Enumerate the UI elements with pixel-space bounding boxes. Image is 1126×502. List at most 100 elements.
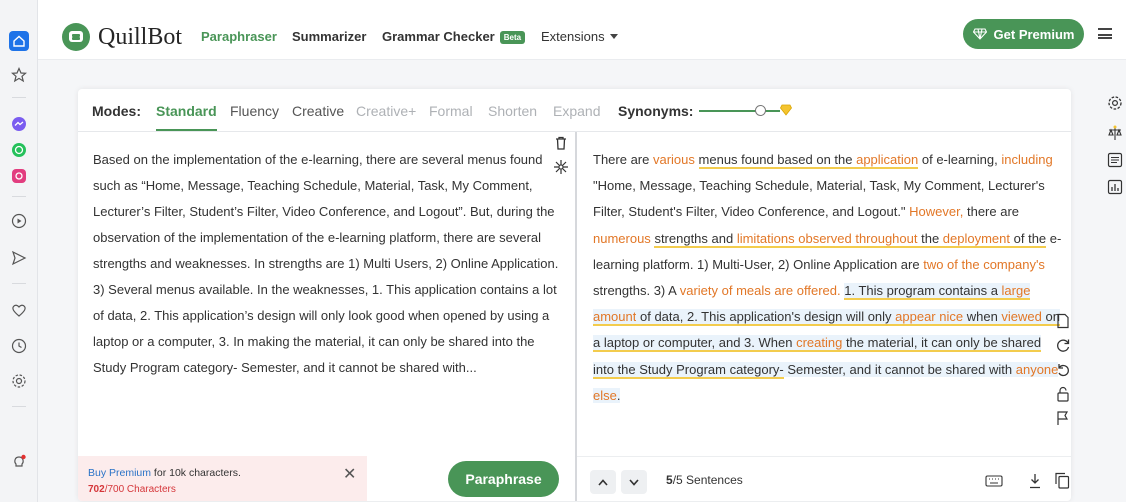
text-lines-icon[interactable] [1107, 152, 1123, 168]
refresh-icon[interactable] [1055, 338, 1071, 354]
buy-premium-text: Buy Premium for 10k characters. [88, 467, 241, 479]
character-limit: /700 Characters [104, 484, 176, 495]
whatsapp-icon[interactable] [9, 140, 29, 160]
mode-fluency[interactable]: Fluency [230, 103, 279, 119]
changed-word[interactable]: viewed [1001, 309, 1042, 327]
nav-paraphraser[interactable]: Paraphraser [201, 29, 277, 44]
menu-icon[interactable] [1098, 28, 1112, 39]
output-segment: strengths and [654, 230, 737, 248]
nav-grammar-checker[interactable]: Grammar Checker Beta [382, 29, 526, 44]
mode-creative-plus[interactable]: Creative+ [356, 103, 416, 119]
instagram-icon[interactable] [9, 166, 29, 186]
character-count-value: 702 [88, 484, 105, 495]
quillbot-page: QuillBot Paraphraser Summarizer Grammar … [0, 0, 1126, 502]
diamond-icon [972, 28, 987, 40]
quillbot-logo-icon [62, 23, 90, 51]
document-icon[interactable] [1055, 313, 1071, 329]
home-icon[interactable] [9, 31, 29, 51]
beta-badge: Beta [499, 31, 526, 44]
chevron-down-icon [629, 478, 639, 486]
trash-icon[interactable] [553, 135, 569, 151]
send-icon[interactable] [9, 248, 29, 268]
output-footer: 5/5 Sentences [577, 456, 1071, 501]
paraphrase-button[interactable]: Paraphrase [448, 461, 559, 497]
output-segment: of the [1010, 230, 1047, 248]
output-segment [695, 152, 699, 167]
changed-word[interactable]: appear nice [895, 309, 964, 327]
modes-label: Modes: [92, 103, 141, 119]
get-premium-label: Get Premium [993, 26, 1075, 42]
modes-bar: Modes: Standard Fluency Creative Creativ… [78, 89, 1071, 132]
nav-grammar-checker-label: Grammar Checker [382, 29, 495, 44]
changed-word[interactable]: two of the company's [923, 257, 1045, 272]
play-circle-icon[interactable] [9, 211, 29, 231]
output-segment: menus found based on the [698, 152, 857, 169]
lightbulb-icon[interactable] [9, 452, 29, 472]
previous-sentence-button[interactable] [590, 470, 616, 494]
mode-creative[interactable]: Creative [292, 103, 344, 119]
chevron-down-icon [609, 34, 618, 39]
app-header: QuillBot Paraphraser Summarizer Grammar … [38, 0, 1126, 60]
changed-word[interactable]: limitations observed throughout [736, 230, 918, 248]
output-segment: the [917, 230, 943, 248]
sentence-total: /5 Sentences [672, 473, 743, 487]
output-segment: there are [963, 204, 1020, 220]
buy-premium-rest: for 10k characters. [151, 467, 241, 479]
logo-text: QuillBot [98, 23, 183, 50]
output-segment: 1. This program contains a [844, 283, 1002, 301]
copy-icon[interactable] [1054, 472, 1070, 489]
output-segment: of data, 2. This application's design wi… [636, 309, 896, 327]
mode-shorten[interactable]: Shorten [488, 103, 537, 119]
buy-premium-link[interactable]: Buy Premium [88, 467, 151, 479]
changed-word[interactable]: various [653, 152, 695, 167]
panel-divider[interactable] [575, 132, 577, 501]
character-count: 702/700 Characters [88, 484, 176, 495]
compare-modes-icon[interactable] [1107, 125, 1123, 141]
changed-word[interactable]: However, [909, 204, 963, 219]
changed-word[interactable]: numerous [593, 231, 651, 246]
flag-icon[interactable] [1055, 410, 1071, 426]
output-segment: when [963, 309, 1002, 327]
star-icon[interactable] [9, 65, 29, 85]
output-segment: . [616, 387, 621, 403]
nav-extensions[interactable]: Extensions [541, 29, 618, 44]
next-sentence-button[interactable] [621, 470, 647, 494]
clock-icon[interactable] [9, 336, 29, 356]
mode-expand[interactable]: Expand [553, 103, 600, 119]
freeze-words-icon[interactable] [553, 159, 569, 175]
changed-word[interactable]: variety of meals are offered. [680, 283, 841, 298]
chevron-up-icon [598, 478, 608, 486]
statistics-icon[interactable] [1107, 179, 1123, 195]
input-textarea[interactable]: Based on the implementation of the e-lea… [93, 147, 561, 381]
heart-icon[interactable] [9, 300, 29, 320]
output-segment: Semester, and it cannot be shared with [783, 361, 1016, 377]
lock-icon[interactable] [1055, 386, 1071, 402]
buy-premium-bar: Buy Premium for 10k characters. 702/700 … [78, 456, 367, 501]
mode-standard[interactable]: Standard [156, 103, 217, 131]
synonyms-slider-handle[interactable] [755, 105, 766, 116]
nav-extensions-label: Extensions [541, 29, 605, 44]
output-segment: of e-learning, [918, 152, 1002, 167]
quillbot-logo[interactable]: QuillBot [62, 23, 182, 51]
download-icon[interactable] [1028, 473, 1042, 489]
changed-word[interactable]: deployment [942, 230, 1011, 248]
changed-word[interactable]: creating [796, 335, 843, 353]
changed-word[interactable]: application [856, 152, 919, 169]
synonyms-label: Synonyms: [618, 103, 694, 119]
messenger-icon[interactable] [9, 114, 29, 134]
sentence-count-value: 5 [666, 473, 673, 487]
settings-gear-icon[interactable] [1107, 95, 1123, 111]
nav-summarizer[interactable]: Summarizer [292, 29, 366, 44]
settings-icon[interactable] [9, 371, 29, 391]
output-segment: strengths. 3) A [593, 283, 680, 299]
keyboard-icon[interactable] [985, 474, 1003, 488]
close-icon[interactable]: ✕ [343, 464, 356, 484]
output-segment: There are [593, 152, 653, 167]
mode-formal[interactable]: Formal [429, 103, 473, 119]
changed-word[interactable]: including [1001, 152, 1052, 167]
sentence-count: 5/5 Sentences [666, 473, 743, 487]
synonyms-slider-rest [766, 110, 780, 112]
output-text[interactable]: There are various menus found based on t… [593, 147, 1063, 409]
undo-icon[interactable] [1055, 362, 1071, 378]
get-premium-button[interactable]: Get Premium [963, 19, 1084, 49]
